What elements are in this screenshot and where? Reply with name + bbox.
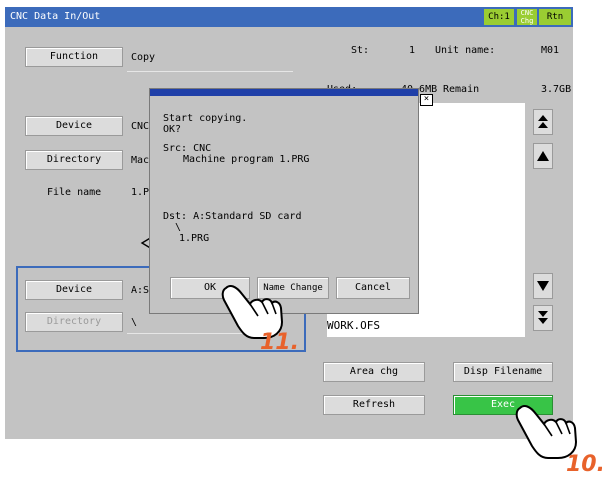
dialog-src-path: Machine program 1.PRG — [183, 154, 310, 165]
dest-device-button[interactable]: Device — [25, 280, 123, 300]
double-down-arrow-icon — [538, 311, 548, 324]
dialog-dst-label: Dst: A:Standard SD card — [163, 211, 302, 222]
disp-filename-button[interactable]: Disp Filename — [453, 362, 553, 382]
dialog-dst-file: 1.PRG — [179, 233, 210, 244]
up-arrow-icon — [537, 151, 549, 161]
function-value: Copy — [131, 52, 156, 63]
dialog-title-bar — [150, 89, 418, 96]
file-name-label: File name — [47, 187, 102, 198]
refresh-button[interactable]: Refresh — [323, 395, 425, 415]
device-button[interactable]: Device — [25, 116, 123, 136]
dialog-message: Start copying. — [163, 113, 248, 124]
list-item[interactable]: WORK.OFS — [327, 319, 380, 332]
title-bar: CNC Data In/Out Ch:1 CNC Chg Rtn — [5, 7, 573, 27]
dest-directory-button[interactable]: Directory — [25, 312, 123, 332]
function-button[interactable]: Function — [25, 47, 123, 67]
scroll-down-button[interactable] — [533, 273, 553, 299]
scroll-up-button[interactable] — [533, 143, 553, 169]
unit-name-label: Unit name: — [435, 45, 496, 56]
directory-button[interactable]: Directory — [25, 150, 123, 170]
area-change-button[interactable]: Area chg — [323, 362, 425, 382]
dialog-src-label: Src: CNC — [163, 143, 212, 154]
down-arrow-icon — [537, 281, 549, 291]
station-label: St: — [351, 45, 370, 56]
scroll-top-button[interactable] — [533, 109, 553, 135]
remain-label: Remain — [443, 84, 480, 95]
return-button[interactable]: Rtn — [539, 9, 571, 25]
station-value: 1 — [409, 45, 416, 56]
cnc-change-button[interactable]: CNC Chg — [517, 9, 537, 25]
double-up-arrow-icon — [538, 115, 548, 128]
close-icon[interactable]: × — [420, 94, 433, 106]
unit-name-value: M01 — [541, 45, 560, 56]
scroll-bottom-button[interactable] — [533, 305, 553, 331]
dialog-dst-separator: \ — [175, 222, 182, 233]
remain-value: 3.7GB — [541, 84, 572, 95]
cancel-button[interactable]: Cancel — [336, 277, 410, 299]
step-number-ok: 11. — [260, 330, 299, 355]
window-title: CNC Data In/Out — [10, 11, 101, 22]
function-underline — [127, 71, 293, 72]
dest-directory-value: \ — [131, 317, 138, 328]
dialog-question: OK? — [163, 124, 182, 135]
device-value: CNC — [131, 121, 150, 132]
step-number-exec: 10. — [566, 452, 602, 477]
channel-button[interactable]: Ch:1 — [484, 9, 514, 25]
